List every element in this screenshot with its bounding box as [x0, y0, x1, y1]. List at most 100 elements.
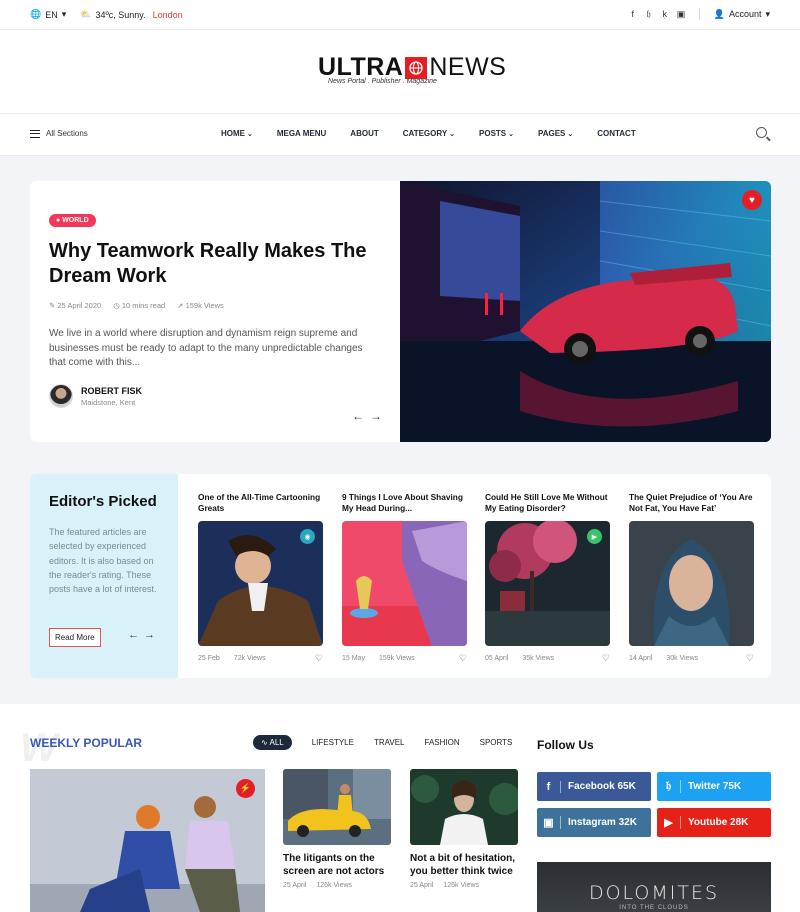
section-title: Editor's Picked [49, 493, 157, 510]
card-title[interactable]: Could He Still Love Me Without My Eating… [485, 492, 610, 521]
weather-text: 34ºc, Sunny. [95, 9, 146, 20]
arrow-right-icon[interactable]: → [144, 629, 155, 641]
search-icon[interactable] [756, 127, 767, 138]
card-image[interactable] [629, 521, 754, 646]
twitter-icon[interactable]: 𝔥 [645, 9, 653, 20]
card-image[interactable]: ◉ [198, 521, 323, 646]
banner-title: DOLOMITES [588, 882, 720, 904]
globe-icon: 🌐 [30, 9, 42, 19]
twitter-icon: 𝔥 [657, 780, 681, 793]
instagram-icon[interactable]: ▣ [677, 9, 686, 20]
post-title[interactable]: Not a bit of hesitation, you better thin… [410, 852, 518, 878]
weekly-tabs: ∿ ALL LIFESTYLE TRAVEL FASHION SPORTS [253, 735, 512, 750]
picked-card[interactable]: The Quiet Prejudice of ‘You Are Not Fat,… [629, 492, 754, 664]
hero-image[interactable]: ♥ [400, 181, 771, 442]
weekly-popular-title: WEEKLY POPULAR [30, 736, 143, 750]
globe-icon [405, 56, 428, 79]
heart-icon[interactable]: ♡ [459, 653, 467, 664]
hero-title[interactable]: Why Teamwork Really Makes The Dream Work [49, 239, 379, 289]
card-title[interactable]: One of the All-Time Cartooning Greats [198, 492, 323, 521]
user-icon: 👤 [713, 8, 725, 19]
post-views: 126k Views [443, 882, 480, 889]
hero-card[interactable]: ● WORLD Why Teamwork Really Makes The Dr… [30, 181, 771, 442]
arrow-left-icon[interactable]: ← [128, 629, 139, 641]
menu-icon [30, 129, 40, 138]
card-image[interactable]: ▶ [485, 521, 610, 646]
card-views: 72k Views [233, 655, 266, 662]
card-image[interactable] [342, 521, 467, 646]
tab-lifestyle[interactable]: LIFESTYLE [312, 738, 354, 747]
heart-icon[interactable]: ♡ [315, 653, 323, 664]
card-views: 30k Views [666, 655, 699, 662]
weekly-featured-image[interactable]: ⚡ [30, 769, 265, 912]
post-title[interactable]: The litigants on the screen are not acto… [283, 852, 391, 878]
nav-item-contact[interactable]: CONTACT [597, 129, 636, 138]
editors-picked: Editor's Picked The featured articles ar… [30, 474, 771, 678]
category-label: WORLD [62, 217, 89, 224]
pencil-icon: ✎ [49, 301, 56, 310]
tab-sports[interactable]: SPORTS [480, 738, 513, 747]
picked-card[interactable]: One of the All-Time Cartooning Greats ◉ … [198, 492, 323, 664]
author[interactable]: ROBERT FISK Maidstone, Kent [49, 384, 142, 408]
nav-item-mega-menu[interactable]: MEGA MENU [277, 129, 326, 138]
category-badge[interactable]: ● WORLD [49, 214, 96, 227]
card-title[interactable]: The Quiet Prejudice of ‘You Are Not Fat,… [629, 492, 754, 521]
youtube-icon: ▶ [657, 816, 681, 829]
weekly-post[interactable]: The litigants on the screen are not acto… [283, 769, 391, 889]
nav-item-about[interactable]: ABOUT [350, 129, 378, 138]
post-image[interactable] [410, 769, 518, 845]
hero-views: ➚ 159k Views [177, 301, 224, 310]
tab-all-label: ALL [269, 738, 284, 747]
instagram-label: Instagram 32K [568, 817, 637, 828]
facebook-button[interactable]: f Facebook 65K [537, 772, 651, 801]
pinterest-icon[interactable]: ḳ [661, 9, 669, 19]
main-nav: All Sections HOME MEGA MENU ABOUT CATEGO… [0, 114, 800, 156]
youtube-label: Youtube 28K [688, 817, 749, 828]
chevron-down-icon: ▾ [765, 8, 770, 19]
card-title[interactable]: 9 Things I Love About Shaving My Head Du… [342, 492, 467, 521]
tab-all[interactable]: ∿ ALL [253, 735, 292, 750]
follow-us-title: Follow Us [537, 738, 594, 752]
instagram-button[interactable]: ▣ Instagram 32K [537, 808, 651, 837]
nav-item-home[interactable]: HOME [221, 129, 253, 138]
weekly-post[interactable]: Not a bit of hesitation, you better thin… [410, 769, 518, 889]
logo-area: ULTRA NEWS News Portal . Publisher . Mag… [0, 30, 800, 114]
all-sections-label: All Sections [46, 129, 88, 138]
dolomites-banner[interactable]: DOLOMITES INTO THE CLOUDS [537, 862, 771, 912]
all-sections-button[interactable]: All Sections [30, 129, 88, 138]
card-date: 05 April [485, 655, 509, 662]
bolt-icon: ➚ [177, 301, 184, 310]
facebook-label: Facebook 65K [568, 781, 636, 792]
read-more-button[interactable]: Read More [49, 628, 101, 647]
card-date: 14 April [629, 655, 653, 662]
nav-item-posts[interactable]: POSTS [479, 129, 514, 138]
youtube-button[interactable]: ▶ Youtube 28K [657, 808, 771, 837]
facebook-icon: f [537, 780, 561, 793]
facebook-icon[interactable]: f [629, 9, 637, 19]
flash-icon: ⚡ [236, 779, 255, 798]
tab-fashion[interactable]: FASHION [425, 738, 460, 747]
card-date: 15 May [342, 655, 365, 662]
nav-item-pages[interactable]: PAGES [538, 129, 573, 138]
arrow-right-icon[interactable]: → [370, 409, 382, 423]
instagram-icon: ▣ [537, 816, 561, 829]
account-menu[interactable]: 👤 Account ▾ [714, 9, 770, 20]
heart-icon[interactable]: ♥ [742, 190, 762, 210]
card-views: 159k Views [378, 655, 415, 662]
post-image[interactable] [283, 769, 391, 845]
post-date: 25 April [283, 882, 307, 889]
post-views: 126k Views [316, 882, 353, 889]
nav-item-category[interactable]: CATEGORY [403, 129, 455, 138]
tab-travel[interactable]: TRAVEL [374, 738, 405, 747]
language-selector[interactable]: 🌐 EN ▾ [30, 9, 66, 20]
heart-icon[interactable]: ♡ [602, 653, 610, 664]
editors-picked-intro: Editor's Picked The featured articles ar… [30, 474, 178, 678]
twitter-button[interactable]: 𝔥 Twitter 75K [657, 772, 771, 801]
heart-icon[interactable]: ♡ [746, 653, 754, 664]
picked-card[interactable]: 9 Things I Love About Shaving My Head Du… [342, 492, 467, 664]
picked-card[interactable]: Could He Still Love Me Without My Eating… [485, 492, 610, 664]
cloud-sun-icon: ⛅ [80, 9, 92, 19]
hero-views-text: 159k Views [185, 301, 224, 310]
card-views: 35k Views [522, 655, 555, 662]
arrow-left-icon[interactable]: ← [352, 409, 364, 423]
